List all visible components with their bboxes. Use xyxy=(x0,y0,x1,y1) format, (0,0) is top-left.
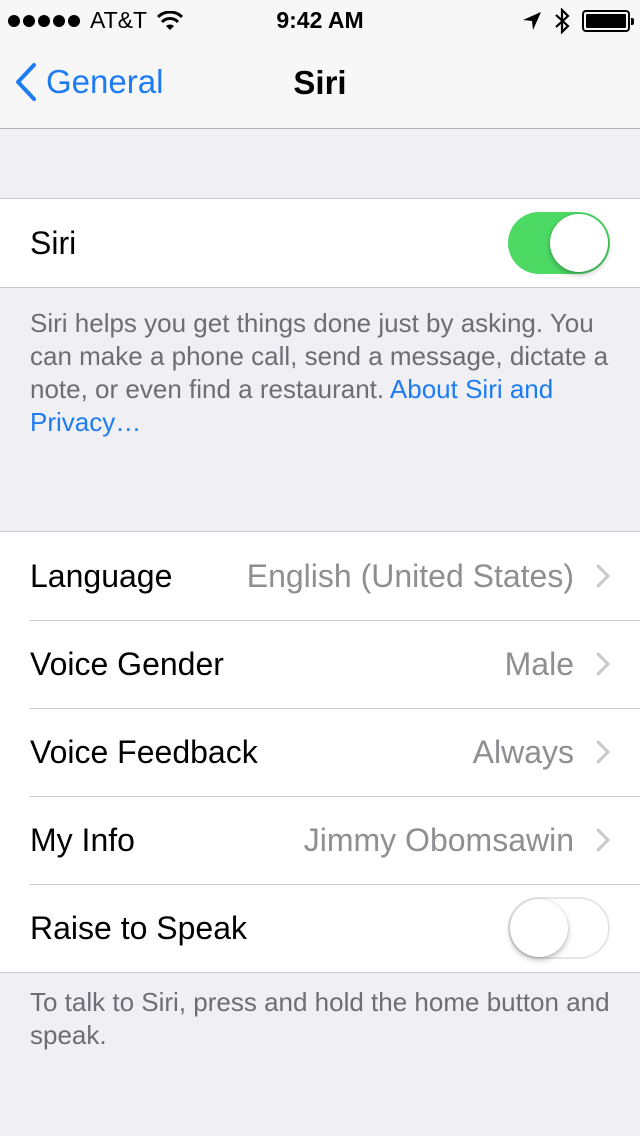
row-value: Jimmy Obomsawin xyxy=(303,821,574,858)
siri-group: Siri xyxy=(0,198,640,288)
top-bar: AT&T 9:42 AM General Siri xyxy=(0,0,640,129)
row-value: English (United States) xyxy=(246,557,574,594)
row-label: Voice Gender xyxy=(30,645,224,682)
chevron-right-icon xyxy=(596,652,610,676)
my-info-row[interactable]: My Info Jimmy Obomsawin xyxy=(0,796,640,884)
page-title: Siri xyxy=(293,64,347,101)
settings-group: Language English (United States) Voice G… xyxy=(0,531,640,973)
chevron-right-icon xyxy=(596,828,610,852)
location-arrow-icon xyxy=(523,12,541,30)
raise-to-speak-label: Raise to Speak xyxy=(30,909,248,946)
siri-description: Siri helps you get things done just by a… xyxy=(30,307,615,439)
chevron-right-icon xyxy=(596,564,610,588)
row-label: Language xyxy=(30,557,173,594)
voice-gender-row[interactable]: Voice Gender Male xyxy=(0,620,640,708)
battery-icon xyxy=(582,10,634,32)
screen: AT&T 9:42 AM General Siri Siri Siri help… xyxy=(0,0,640,1136)
toggle-knob xyxy=(550,214,608,272)
language-row[interactable]: Language English (United States) xyxy=(0,532,640,620)
row-value: Male xyxy=(504,645,574,682)
siri-row: Siri xyxy=(0,199,640,287)
footer-note: To talk to Siri, press and hold the home… xyxy=(30,987,610,1050)
siri-label: Siri xyxy=(30,224,77,261)
siri-toggle[interactable] xyxy=(508,212,610,274)
status-bar: AT&T 9:42 AM xyxy=(0,0,640,40)
chevron-right-icon xyxy=(596,740,610,764)
voice-feedback-row[interactable]: Voice Feedback Always xyxy=(0,708,640,796)
row-label: Voice Feedback xyxy=(30,733,258,770)
battery-fill xyxy=(586,14,626,28)
raise-to-speak-row: Raise to Speak xyxy=(0,884,640,972)
toggle-knob xyxy=(510,899,568,957)
navigation-bar: General Siri xyxy=(0,40,640,129)
status-right xyxy=(522,8,634,34)
bluetooth-icon xyxy=(555,8,570,34)
row-value: Always xyxy=(472,733,574,770)
raise-to-speak-toggle[interactable] xyxy=(508,897,610,959)
row-label: My Info xyxy=(30,821,135,858)
